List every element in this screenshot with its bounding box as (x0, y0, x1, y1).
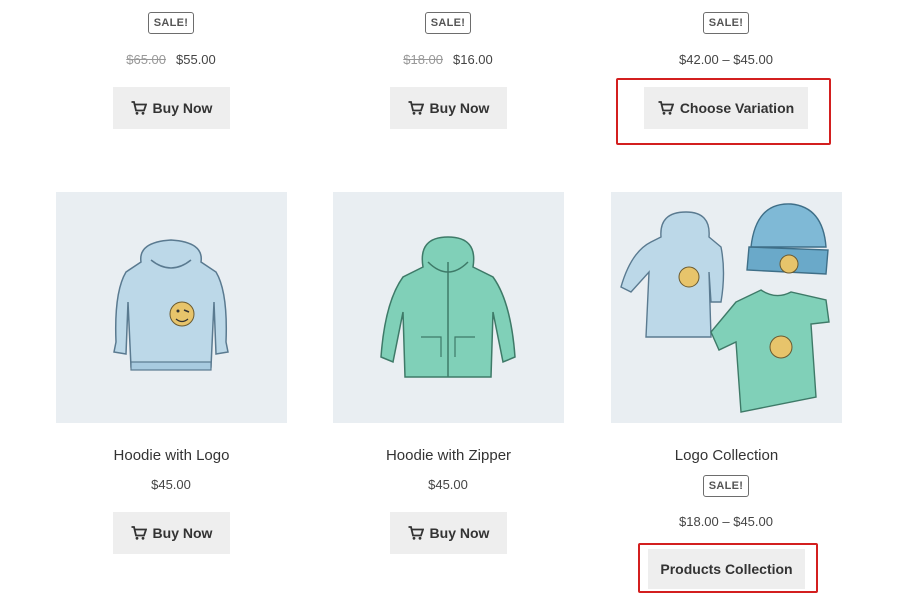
price-range: $42.00 – $45.00 (651, 52, 801, 67)
products-collection-label: Products Collection (660, 561, 793, 577)
cart-icon (131, 101, 147, 115)
product-price: $45.00 (373, 477, 523, 492)
product-price: $45.00 (96, 477, 246, 492)
cart-icon (408, 101, 424, 115)
hoodie-with-zipper-image (380, 236, 516, 378)
price-range: $18.00 – $45.00 (651, 514, 801, 529)
product-title[interactable]: Logo Collection (611, 447, 842, 464)
sale-badge: SALE! (703, 12, 749, 34)
product-image-hoodie-with-zipper[interactable] (333, 192, 564, 423)
regular-price: $45.00 (428, 477, 468, 492)
sale-badge: SALE! (425, 12, 471, 34)
regular-price: $45.00 (151, 477, 191, 492)
product-image-hoodie-with-logo[interactable] (56, 192, 287, 423)
logo-collection-image (620, 203, 830, 413)
buy-now-button[interactable]: Buy Now (113, 87, 230, 129)
choose-variation-label: Choose Variation (679, 100, 795, 116)
buy-now-label: Buy Now (429, 525, 490, 541)
buy-now-button[interactable]: Buy Now (390, 512, 507, 554)
old-price: $65.00 (126, 52, 166, 67)
cart-icon (658, 101, 674, 115)
products-collection-button[interactable]: Products Collection (648, 549, 805, 589)
cart-icon (131, 526, 147, 540)
product-price: $65.00 $55.00 (96, 52, 246, 67)
product-image-logo-collection[interactable] (611, 192, 842, 423)
buy-now-button[interactable]: Buy Now (113, 512, 230, 554)
old-price: $18.00 (403, 52, 443, 67)
buy-now-label: Buy Now (429, 100, 490, 116)
sale-badge: SALE! (148, 12, 194, 34)
choose-variation-button[interactable]: Choose Variation (644, 87, 808, 129)
sale-price: $55.00 (176, 52, 216, 67)
price-range-text: $18.00 – $45.00 (679, 514, 773, 529)
hoodie-with-logo-image (113, 239, 229, 371)
cart-icon (408, 526, 424, 540)
buy-now-button[interactable]: Buy Now (390, 87, 507, 129)
buy-now-label: Buy Now (152, 100, 213, 116)
price-range-text: $42.00 – $45.00 (679, 52, 773, 67)
product-title[interactable]: Hoodie with Logo (56, 447, 287, 464)
buy-now-label: Buy Now (152, 525, 213, 541)
sale-badge: SALE! (703, 475, 749, 497)
product-price: $18.00 $16.00 (373, 52, 523, 67)
sale-price: $16.00 (453, 52, 493, 67)
product-title[interactable]: Hoodie with Zipper (333, 447, 564, 464)
